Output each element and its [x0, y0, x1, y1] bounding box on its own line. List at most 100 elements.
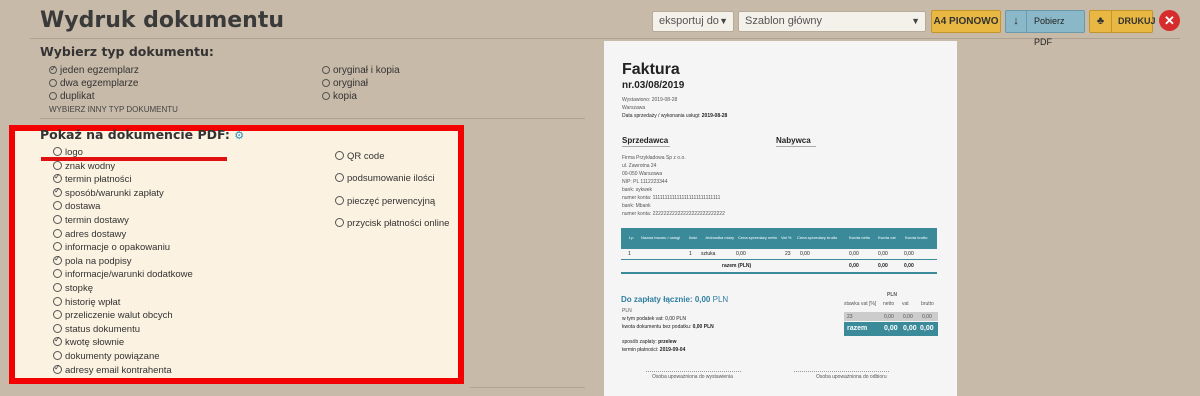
pdf-option[interactable]: przycisk płatności online [335, 217, 450, 229]
option-label: adresy email kontrahenta [65, 364, 172, 376]
print-label: DRUKUJ [1118, 16, 1156, 26]
radio-icon [53, 283, 62, 292]
summary-cell: 23 [847, 314, 853, 320]
th: Lp [629, 235, 634, 240]
vat-included-value: 0,00 PLN [665, 316, 686, 322]
option-label: podsumowanie ilości [347, 173, 435, 185]
option-label: QR code [347, 151, 385, 162]
payment-due-label: termin płatności: [622, 347, 659, 353]
orientation-button[interactable]: A4 PIONOWO [931, 10, 1001, 33]
close-icon: ✕ [1164, 13, 1175, 28]
pdf-option[interactable]: dostawa [53, 201, 100, 212]
pdf-option[interactable]: stopkę [53, 283, 93, 294]
other-doc-type-link[interactable]: WYBIERZ INNY TYP DOKUMENTU [49, 105, 178, 114]
pdf-option[interactable]: historię wpłat [53, 296, 120, 308]
payment-method: sposób zapłaty: przelew [622, 339, 676, 345]
template-select[interactable]: Szablon główny ▼ [738, 11, 926, 32]
td: 0,00 [904, 251, 914, 257]
invoice-number: nr.03/08/2019 [622, 80, 685, 91]
pdf-option[interactable]: pieczęć perwencyjną [335, 195, 435, 207]
doc-type-option[interactable]: dwa egzemplarze [49, 78, 138, 89]
doc-type-option[interactable]: jeden egzemplarz [49, 64, 139, 76]
option-label: przycisk płatności online [347, 217, 450, 229]
option-label: oryginał [333, 78, 369, 89]
pdf-option[interactable]: adresy email kontrahenta [53, 363, 172, 376]
radio-icon [322, 66, 330, 74]
settings-gear-icon[interactable]: ⚙ [234, 129, 244, 142]
download-icon: ↓ [1006, 11, 1027, 32]
signature-line-receiver [794, 371, 889, 372]
seller-line: numer konta: 22222222222222222222222222 [622, 211, 725, 217]
doc-type-option[interactable]: oryginał [322, 78, 368, 89]
to-pay-label: Do zapłaty łącznie: [621, 295, 693, 304]
option-label: sposób/warunki zapłaty [65, 187, 164, 199]
td: 0,00 [878, 251, 888, 257]
th: Kwota brutto [905, 235, 928, 240]
radio-icon [335, 217, 344, 227]
th: Nazwa towaru / usługi [641, 235, 681, 240]
page-title: Wydruk dokumentu [40, 8, 284, 33]
pdf-option[interactable]: podsumowanie ilości [335, 173, 435, 184]
radio-icon [53, 215, 62, 224]
buyer-heading: Nabywca [776, 136, 816, 147]
pdf-option[interactable]: status dokumentu [53, 323, 140, 335]
pdf-option[interactable]: dokumenty powiązane [53, 351, 160, 362]
radio-icon [53, 228, 62, 238]
td: 0,00 [736, 251, 746, 257]
to-pay-value: 0,00 [694, 295, 711, 304]
option-label: kwotę słownie [65, 337, 125, 349]
seller-line: numer konta: 111111111111111111111111111… [622, 195, 721, 201]
pdf-option[interactable]: termin płatności [53, 172, 132, 185]
pdf-option[interactable]: adres dostawy [53, 228, 126, 240]
radio-icon [53, 201, 62, 211]
to-pay-total: Do zapłaty łącznie: 0,00 PLN [621, 295, 728, 304]
radio-icon [53, 269, 62, 279]
section-divider [40, 118, 585, 119]
radio-checked-icon [53, 186, 62, 197]
th: Vat % [781, 235, 792, 240]
invoice-issued: Wystawiono: 2019-08-28 [622, 97, 678, 103]
pdf-option[interactable]: sposób/warunki zapłaty [53, 186, 164, 199]
invoice-title: Faktura [622, 61, 680, 78]
option-label: oryginał i kopia [333, 65, 400, 76]
signature-receiver-label: Osoba upoważniona do odbioru [816, 374, 887, 380]
option-label: informacje/warunki dodatkowe [65, 269, 193, 281]
doc-type-option[interactable]: duplikat [49, 91, 94, 102]
seller-line: Firma Przykładowa Sp z o.o. [622, 155, 686, 161]
pdf-option[interactable]: kwotę słownie [53, 335, 125, 349]
signature-issuer-label: Osoba upoważniona do wystawienia [652, 374, 733, 380]
radio-icon [53, 160, 62, 170]
pdf-option[interactable]: przeliczenie walut obcych [53, 310, 173, 321]
export-select[interactable]: eksportuj do ▼ [652, 11, 734, 32]
invoice-place: Warszawa [622, 105, 646, 111]
summary-total-cell: razem [847, 325, 868, 332]
print-button[interactable]: ♣ DRUKUJ [1089, 10, 1156, 33]
summary-currency: PLN [887, 292, 897, 298]
option-label: jeden egzemplarz [60, 65, 139, 76]
radio-icon [53, 323, 62, 333]
pdf-option[interactable]: informacje o opakowaniu [53, 242, 170, 253]
pdf-option[interactable]: informacje/warunki dodatkowe [53, 269, 193, 280]
pdf-option[interactable]: znak wodny [53, 160, 115, 172]
currency-line: PLN [622, 308, 632, 314]
pdf-option[interactable]: QR code [335, 151, 385, 162]
pdf-option[interactable]: pola na podpisy [53, 254, 132, 267]
download-pdf-button[interactable]: ↓ Pobierz PDF [1005, 10, 1085, 47]
close-button[interactable]: ✕ [1159, 10, 1180, 31]
td: 1 [689, 251, 692, 257]
pdf-option[interactable]: termin dostawy [53, 215, 129, 226]
table-rule [621, 259, 937, 260]
radio-icon [49, 79, 57, 87]
vat-included: w tym podatek vat: 0,00 PLN [622, 316, 686, 322]
doc-type-option[interactable]: kopia [322, 91, 357, 102]
invoice-table-header: Lp Nazwa towaru / usługi Ilość Jednostka… [621, 228, 937, 249]
signature-line-issuer [646, 371, 741, 372]
summary-header: netto [883, 301, 895, 307]
doc-type-option[interactable]: oryginał i kopia [322, 65, 400, 76]
net-line-value: 0,00 PLN [692, 324, 714, 330]
td: 0,00 [849, 263, 859, 269]
red-underline-annotation [41, 157, 227, 161]
option-label: dokumenty powiązane [65, 351, 160, 362]
payment-method-label: sposób zapłaty: [622, 339, 657, 345]
radio-checked-icon [53, 172, 62, 184]
